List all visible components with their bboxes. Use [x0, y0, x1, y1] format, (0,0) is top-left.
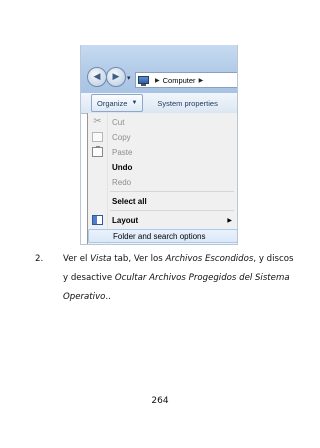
- forward-arrow-icon: ▶: [112, 72, 120, 82]
- menu-separator: [110, 191, 234, 192]
- layout-icon: [92, 215, 103, 225]
- step-number: 2.: [35, 254, 44, 264]
- menu-item-copy[interactable]: Copy: [88, 130, 237, 144]
- page-number: 264: [151, 396, 169, 406]
- recent-pages-chevron-icon[interactable]: ▾: [127, 74, 131, 82]
- step-text-part: ..: [105, 292, 111, 302]
- menu-item-label: Redo: [112, 177, 132, 187]
- step-text-part: Ver el: [63, 254, 91, 264]
- menu-item-label: Layout: [112, 215, 139, 225]
- menu-item-redo[interactable]: Redo: [88, 175, 237, 189]
- address-box[interactable]: ▶ Computer ▶: [135, 72, 237, 88]
- menu-item-layout[interactable]: Layout ▶: [88, 213, 237, 227]
- menu-item-label: Folder and search options: [113, 231, 206, 241]
- step-text: Ver el Vista tab, Ver los Archivos Escon…: [63, 250, 295, 307]
- scissors-icon: ✂: [93, 116, 102, 127]
- organize-menu: ✂ Cut Copy Paste Undo Redo Select all La…: [87, 113, 237, 244]
- organize-button[interactable]: Organize ▼: [91, 94, 144, 112]
- back-button[interactable]: ◀: [87, 67, 107, 87]
- menu-item-label: Paste: [112, 147, 133, 157]
- menu-item-paste[interactable]: Paste: [88, 145, 237, 159]
- menu-item-select-all[interactable]: Select all: [88, 194, 237, 208]
- copy-icon: [92, 132, 103, 142]
- organize-label: Organize: [97, 98, 128, 108]
- menu-item-folder-and-search-options[interactable]: Folder and search options: [88, 229, 237, 243]
- menu-separator: [110, 210, 234, 211]
- address-bar-area: ◀ ▶ ▾ ▶ Computer ▶: [81, 45, 237, 93]
- step-text-part: tab, Ver los: [111, 254, 166, 264]
- chevron-down-icon: ▼: [131, 100, 138, 106]
- step-emphasis-vista: Vista: [90, 254, 112, 264]
- menu-item-label: Select all: [112, 196, 147, 206]
- command-bar: Organize ▼ System properties: [81, 93, 237, 114]
- breadcrumb-arrow-icon[interactable]: ▶: [199, 77, 204, 84]
- submenu-arrow-icon: ▶: [227, 217, 232, 224]
- back-arrow-icon: ◀: [93, 72, 101, 82]
- forward-button[interactable]: ▶: [106, 67, 126, 87]
- paste-icon: [92, 146, 103, 157]
- system-properties-button[interactable]: System properties: [157, 99, 217, 108]
- explorer-screenshot: ◀ ▶ ▾ ▶ Computer ▶ Organize ▼ System pro…: [80, 45, 238, 245]
- breadcrumb-arrow-icon[interactable]: ▶: [155, 77, 160, 84]
- menu-item-cut[interactable]: ✂ Cut: [88, 115, 237, 129]
- menu-item-label: Cut: [112, 117, 125, 127]
- menu-item-label: Copy: [112, 132, 131, 142]
- computer-icon: [138, 76, 149, 86]
- step-emphasis-hidden-files: Archivos Escondidos: [165, 254, 254, 264]
- menu-item-undo[interactable]: Undo: [88, 160, 237, 174]
- breadcrumb-computer[interactable]: Computer: [163, 76, 196, 85]
- menu-item-label: Undo: [112, 162, 133, 172]
